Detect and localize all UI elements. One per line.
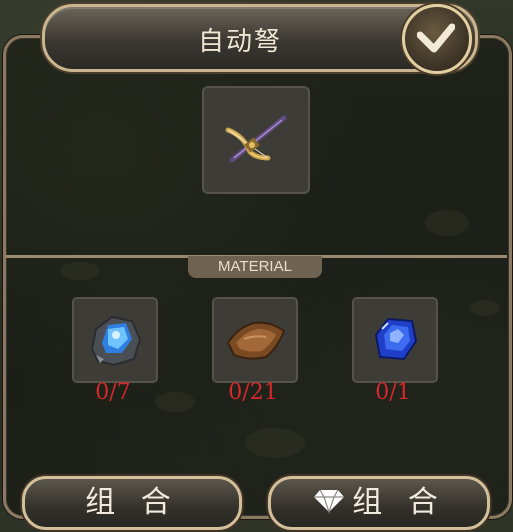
sapphire-gem-icon <box>374 317 418 361</box>
leather-hide-icon <box>226 321 286 360</box>
confirm-button[interactable] <box>402 4 472 74</box>
gem-combine-button[interactable]: 组 合 <box>268 476 490 530</box>
blue-ore-icon <box>90 315 142 367</box>
material-slot-3[interactable] <box>352 297 438 383</box>
material-count-3: 0/1 <box>375 380 411 405</box>
material-label: MATERIAL <box>188 256 322 278</box>
result-item-slot[interactable] <box>202 86 310 194</box>
gem-combine-button-label: 组 合 <box>352 485 446 520</box>
material-count-1: 0/7 <box>95 380 131 405</box>
checkmark-icon <box>417 23 455 53</box>
material-slot-1[interactable] <box>72 297 158 383</box>
combine-button-label: 组 合 <box>85 485 179 520</box>
material-count-2: 0/21 <box>228 380 278 405</box>
crossbow-icon <box>225 115 287 163</box>
diamond-icon <box>314 489 345 514</box>
combine-button[interactable]: 组 合 <box>22 476 242 530</box>
material-slot-2[interactable] <box>212 297 298 383</box>
item-title: 自动弩 <box>197 27 282 57</box>
